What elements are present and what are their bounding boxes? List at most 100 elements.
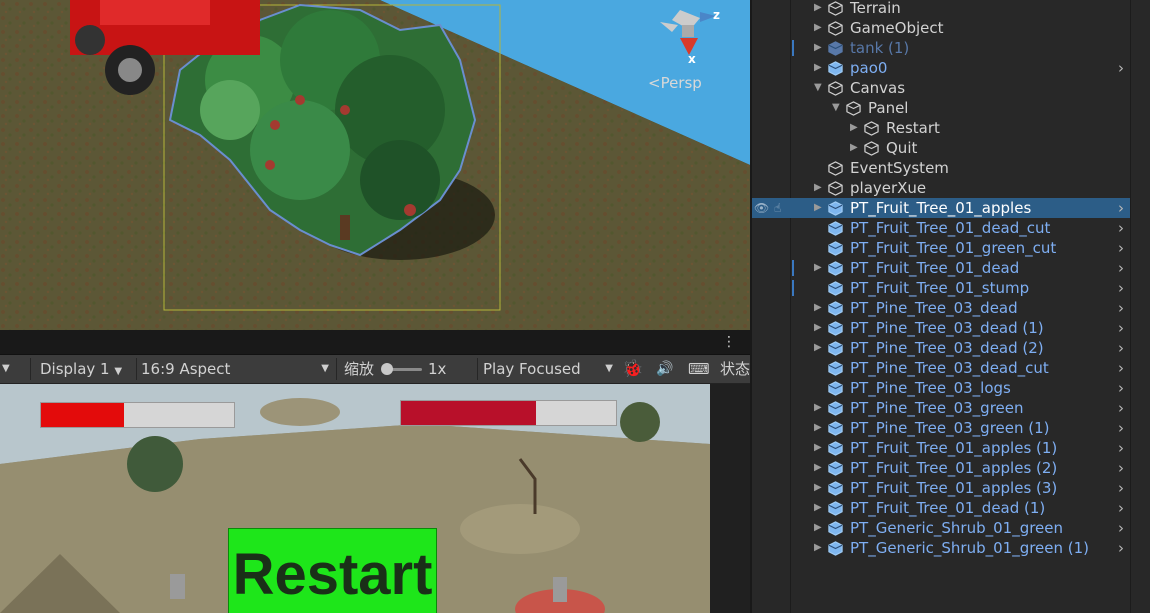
open-prefab-chevron-icon[interactable]: › xyxy=(1118,238,1124,258)
open-prefab-chevron-icon[interactable]: › xyxy=(1118,198,1124,218)
open-prefab-chevron-icon[interactable]: › xyxy=(1118,378,1124,398)
hierarchy-row[interactable]: ▶ PT_Fruit_Tree_01_apples (3) › xyxy=(752,478,1130,498)
open-prefab-chevron-icon[interactable]: › xyxy=(1118,398,1124,418)
expand-down-icon[interactable]: ▼ xyxy=(832,98,840,118)
modified-indicator xyxy=(792,260,794,276)
prefab-icon xyxy=(828,321,843,336)
scene-view[interactable]: z x <Persp xyxy=(0,0,750,330)
hierarchy-row[interactable]: PT_Fruit_Tree_01_green_cut › xyxy=(752,238,1130,258)
scale-slider-handle[interactable] xyxy=(381,363,393,375)
display-label: Display 1 xyxy=(40,360,110,378)
open-prefab-chevron-icon[interactable]: › xyxy=(1118,478,1124,498)
gameobject-icon xyxy=(828,181,843,196)
display-dropdown[interactable]: Display 1 ▼ xyxy=(40,355,122,383)
gizmo-z-label[interactable]: z xyxy=(713,8,720,22)
hierarchy-row[interactable]: PT_Fruit_Tree_01_stump › xyxy=(752,278,1130,298)
hierarchy-row-label: PT_Generic_Shrub_01_green (1) xyxy=(850,539,1090,557)
prefab-icon xyxy=(828,341,843,356)
pickable-hand-icon[interactable]: ☝ xyxy=(774,198,781,218)
hierarchy-row-label: PT_Fruit_Tree_01_green_cut xyxy=(850,239,1057,257)
expand-down-icon[interactable]: ▼ xyxy=(814,78,822,98)
hierarchy-row[interactable]: ▶ Restart xyxy=(752,118,1130,138)
hierarchy-row-label: PT_Pine_Tree_03_dead (2) xyxy=(850,339,1044,357)
expand-right-icon[interactable]: ▶ xyxy=(814,338,822,358)
gizmo-x-label[interactable]: x xyxy=(688,52,696,66)
expand-right-icon[interactable]: ▶ xyxy=(814,58,822,78)
hierarchy-row[interactable]: ▶ Terrain xyxy=(752,0,1130,18)
expand-right-icon[interactable]: ▶ xyxy=(814,318,822,338)
expand-right-icon[interactable]: ▶ xyxy=(814,538,822,558)
bug-icon[interactable]: 🐞 xyxy=(622,355,643,383)
open-prefab-chevron-icon[interactable]: › xyxy=(1118,438,1124,458)
open-prefab-chevron-icon[interactable]: › xyxy=(1118,318,1124,338)
hierarchy-row[interactable]: ▶ PT_Generic_Shrub_01_green (1) › xyxy=(752,538,1130,558)
open-prefab-chevron-icon[interactable]: › xyxy=(1118,538,1124,558)
expand-right-icon[interactable]: ▶ xyxy=(814,438,822,458)
expand-right-icon[interactable]: ▶ xyxy=(814,18,822,38)
expand-right-icon[interactable]: ▶ xyxy=(814,38,822,58)
hierarchy-row[interactable]: ▶ PT_Pine_Tree_03_green (1) › xyxy=(752,418,1130,438)
hierarchy-row[interactable]: ▶ playerXue xyxy=(752,178,1130,198)
expand-right-icon[interactable]: ▶ xyxy=(850,118,858,138)
aspect-dropdown[interactable]: 16:9 Aspect ▼ xyxy=(141,355,331,383)
more-options-icon[interactable]: ⋮ xyxy=(722,334,736,350)
hierarchy-row[interactable]: ▶ PT_Pine_Tree_03_dead › xyxy=(752,298,1130,318)
hierarchy-row-label: PT_Pine_Tree_03_logs xyxy=(850,379,1011,397)
expand-right-icon[interactable]: ▶ xyxy=(814,478,822,498)
restart-button[interactable]: Restart xyxy=(228,528,437,613)
expand-right-icon[interactable]: ▶ xyxy=(814,258,822,278)
open-prefab-chevron-icon[interactable]: › xyxy=(1118,298,1124,318)
game-view[interactable]: Restart xyxy=(0,384,750,613)
expand-right-icon[interactable]: ▶ xyxy=(814,198,822,218)
hierarchy-row[interactable]: ▶ pao0 › xyxy=(752,58,1130,78)
chevron-down-icon[interactable]: ▼ xyxy=(2,355,10,383)
hierarchy-row[interactable]: ▶ PT_Pine_Tree_03_green › xyxy=(752,398,1130,418)
hierarchy-row[interactable]: PT_Fruit_Tree_01_dead_cut › xyxy=(752,218,1130,238)
expand-right-icon[interactable]: ▶ xyxy=(814,398,822,418)
open-prefab-chevron-icon[interactable]: › xyxy=(1118,518,1124,538)
expand-right-icon[interactable]: ▶ xyxy=(814,178,822,198)
open-prefab-chevron-icon[interactable]: › xyxy=(1118,258,1124,278)
hierarchy-row[interactable]: ▶ PT_Fruit_Tree_01_dead (1) › xyxy=(752,498,1130,518)
open-prefab-chevron-icon[interactable]: › xyxy=(1118,498,1124,518)
hierarchy-row[interactable]: ▼ Canvas xyxy=(752,78,1130,98)
prefab-icon xyxy=(828,361,843,376)
hierarchy-row[interactable]: ▶ PT_Fruit_Tree_01_apples (2) › xyxy=(752,458,1130,478)
expand-right-icon[interactable]: ▶ xyxy=(814,418,822,438)
toolbar-divider xyxy=(477,358,478,380)
expand-right-icon[interactable]: ▶ xyxy=(814,0,822,18)
keyboard-icon[interactable]: ⌨ xyxy=(688,355,710,383)
prefab-icon xyxy=(828,501,843,516)
hierarchy-row[interactable]: ▶ PT_Pine_Tree_03_dead (1) › xyxy=(752,318,1130,338)
open-prefab-chevron-icon[interactable]: › xyxy=(1118,358,1124,378)
expand-right-icon[interactable]: ▶ xyxy=(814,518,822,538)
hierarchy-row[interactable]: ▶ tank (1) xyxy=(752,38,1130,58)
hierarchy-row[interactable]: ▶ PT_Fruit_Tree_01_dead › xyxy=(752,258,1130,278)
hierarchy-row[interactable]: PT_Pine_Tree_03_logs › xyxy=(752,378,1130,398)
open-prefab-chevron-icon[interactable]: › xyxy=(1118,338,1124,358)
open-prefab-chevron-icon[interactable]: › xyxy=(1118,278,1124,298)
open-prefab-chevron-icon[interactable]: › xyxy=(1118,58,1124,78)
expand-right-icon[interactable]: ▶ xyxy=(850,138,858,158)
hierarchy-row-label: PT_Fruit_Tree_01_dead (1) xyxy=(850,499,1046,517)
play-mode-dropdown[interactable]: Play Focused ▼ xyxy=(483,355,613,383)
speaker-icon[interactable]: 🔊 xyxy=(656,355,673,383)
expand-right-icon[interactable]: ▶ xyxy=(814,458,822,478)
hierarchy-row[interactable]: ▶ GameObject xyxy=(752,18,1130,38)
open-prefab-chevron-icon[interactable]: › xyxy=(1118,458,1124,478)
perspective-toggle[interactable]: <Persp xyxy=(648,74,702,92)
hierarchy-row[interactable]: ▶ PT_Pine_Tree_03_dead (2) › xyxy=(752,338,1130,358)
hierarchy-row[interactable]: ▶ PT_Generic_Shrub_01_green › xyxy=(752,518,1130,538)
stats-button[interactable]: 状态 xyxy=(720,355,750,383)
visibility-eye-icon[interactable]: 👁 xyxy=(754,198,769,218)
hierarchy-row[interactable]: ▶ Quit xyxy=(752,138,1130,158)
open-prefab-chevron-icon[interactable]: › xyxy=(1118,418,1124,438)
hierarchy-row[interactable]: ▼ Panel xyxy=(752,98,1130,118)
expand-right-icon[interactable]: ▶ xyxy=(814,298,822,318)
expand-right-icon[interactable]: ▶ xyxy=(814,498,822,518)
open-prefab-chevron-icon[interactable]: › xyxy=(1118,218,1124,238)
hierarchy-row[interactable]: PT_Pine_Tree_03_dead_cut › xyxy=(752,358,1130,378)
hierarchy-row[interactable]: ▶ PT_Fruit_Tree_01_apples (1) › xyxy=(752,438,1130,458)
hierarchy-row[interactable]: EventSystem xyxy=(752,158,1130,178)
hierarchy-row[interactable]: ▶ PT_Fruit_Tree_01_apples › 👁 ☝ xyxy=(752,198,1130,218)
